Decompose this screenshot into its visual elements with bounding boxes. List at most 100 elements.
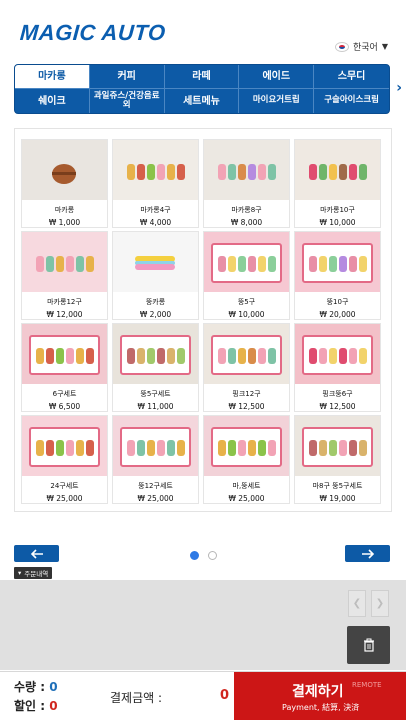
product-name: 뚱12구세트 <box>138 482 173 490</box>
product-image <box>113 324 198 384</box>
product-card[interactable]: 마카롱8구 ₩ 8,000 <box>203 139 290 228</box>
tab-set-menu[interactable]: 세트메뉴 <box>165 89 240 113</box>
product-card[interactable]: 뚱12구세트 ₩ 25,000 <box>112 415 199 504</box>
product-card[interactable]: 뚱카롱 ₩ 2,000 <box>112 231 199 320</box>
product-card[interactable]: 뚱5구세트 ₩ 11,000 <box>112 323 199 412</box>
product-grid: 마카롱 ₩ 1,000 마카롱4구 ₩ 4,000 마카롱8구 ₩ 8,000 마카롱10구… <box>21 139 381 504</box>
pay-sub-label: Payment, 結算, 決済 <box>282 703 360 712</box>
product-price: ₩ 12,500 <box>319 402 356 411</box>
product-card[interactable]: 뚱5구 ₩ 10,000 <box>203 231 290 320</box>
product-name: 마,뚱세트 <box>232 482 261 490</box>
cart-prev-button[interactable]: ❮ <box>348 590 366 617</box>
discount-value: 0 <box>49 699 58 713</box>
amount-value: 0 <box>220 688 230 703</box>
caret-down-icon: ▾ <box>18 569 22 577</box>
product-name: 뚱10구 <box>326 298 349 306</box>
product-name: 마카롱4구 <box>140 206 171 214</box>
page-dot-1[interactable] <box>190 551 199 560</box>
product-image <box>295 140 380 200</box>
language-selector[interactable]: 한국어 ▼ <box>335 40 388 53</box>
product-image <box>295 232 380 292</box>
language-label: 한국어 <box>353 43 378 53</box>
product-card[interactable]: 24구세트 ₩ 25,000 <box>21 415 108 504</box>
quantity-summary: 수량 : 0 <box>14 678 58 695</box>
product-panel: 마카롱 ₩ 1,000 마카롱4구 ₩ 4,000 마카롱8구 ₩ 8,000 마카롱10구… <box>14 128 392 512</box>
chevron-down-icon: ▼ <box>381 42 388 51</box>
tab-my-yogurt[interactable]: 마이요거트립 <box>239 89 315 113</box>
pay-button[interactable]: 결제하기 REMOTE Payment, 結算, 決済 <box>234 672 406 720</box>
tab-dippin-ice-cream[interactable]: 구슬아이스크림 <box>314 89 389 113</box>
product-image <box>204 416 289 476</box>
tab-juice[interactable]: 과일쥬스/건강음료 외 <box>90 89 165 113</box>
product-card[interactable]: 6구세트 ₩ 6,500 <box>21 323 108 412</box>
arrow-right-icon <box>361 548 374 559</box>
order-history-button[interactable]: ▾ 주문내역 <box>14 567 53 579</box>
product-card[interactable]: 뚱10구 ₩ 20,000 <box>294 231 381 320</box>
next-page-button[interactable] <box>345 545 390 562</box>
page-dot-2[interactable] <box>208 551 217 560</box>
app-logo: MAGIC AUTO <box>19 20 167 45</box>
product-image <box>113 140 198 200</box>
quantity-value: 0 <box>49 680 58 694</box>
product-name: 뚱5구 <box>237 298 256 306</box>
product-card[interactable]: 마,뚱세트 ₩ 25,000 <box>203 415 290 504</box>
product-card[interactable]: 마8구 뚱5구세트 ₩ 19,000 <box>294 415 381 504</box>
product-card[interactable]: 핑크뚱6구 ₩ 12,500 <box>294 323 381 412</box>
product-name: 뚱5구세트 <box>140 390 171 398</box>
product-image <box>204 140 289 200</box>
product-image <box>113 416 198 476</box>
product-price: ₩ 4,000 <box>139 218 172 227</box>
pay-label: 결제하기 <box>292 684 344 700</box>
product-image <box>204 324 289 384</box>
product-card[interactable]: 마카롱 ₩ 1,000 <box>21 139 108 228</box>
tab-ade[interactable]: 에이드 <box>239 65 315 89</box>
product-price: ₩ 25,000 <box>137 494 174 503</box>
product-card[interactable]: 마카롱12구 ₩ 12,000 <box>21 231 108 320</box>
clear-cart-button[interactable] <box>347 626 390 664</box>
product-image <box>22 324 107 384</box>
product-name: 뚱카롱 <box>145 298 166 306</box>
quantity-label: 수량 : <box>14 680 46 694</box>
order-history-label: 주문내역 <box>24 570 49 578</box>
product-name: 24구세트 <box>50 482 79 490</box>
cart-next-button[interactable]: ❯ <box>371 590 389 617</box>
product-price: ₩ 1,000 <box>48 218 81 227</box>
category-tabs: 마카롱 커피 라떼 에이드 스무디 쉐이크 과일쥬스/건강음료 외 세트메뉴 마… <box>14 64 390 114</box>
product-card[interactable]: 핑크12구 ₩ 12,500 <box>203 323 290 412</box>
product-name: 마8구 뚱5구세트 <box>312 482 363 490</box>
tab-smoothie[interactable]: 스무디 <box>314 65 389 89</box>
product-price: ₩ 20,000 <box>319 310 356 319</box>
discount-label: 할인 : <box>14 699 46 713</box>
product-card[interactable]: 마카롱10구 ₩ 10,000 <box>294 139 381 228</box>
product-price: ₩ 19,000 <box>319 494 356 503</box>
discount-summary: 할인 : 0 <box>14 697 58 714</box>
product-card[interactable]: 마카롱4구 ₩ 4,000 <box>112 139 199 228</box>
product-price: ₩ 11,000 <box>137 402 174 411</box>
tab-macaron[interactable]: 마카롱 <box>15 65 90 89</box>
product-image <box>295 416 380 476</box>
korea-flag-icon <box>335 41 349 52</box>
product-price: ₩ 12,500 <box>228 402 265 411</box>
product-name: 마카롱8구 <box>231 206 262 214</box>
tab-coffee[interactable]: 커피 <box>89 65 165 89</box>
prev-page-button[interactable] <box>14 545 59 562</box>
product-name: 마카롱 <box>54 206 75 214</box>
product-image <box>204 232 289 292</box>
product-price: ₩ 6,500 <box>48 402 81 411</box>
product-name: 마카롱12구 <box>47 298 82 306</box>
product-price: ₩ 2,000 <box>139 310 172 319</box>
trash-icon <box>363 638 374 652</box>
product-price: ₩ 10,000 <box>228 310 265 319</box>
product-name: 핑크뚱6구 <box>322 390 353 398</box>
tab-latte[interactable]: 라떼 <box>164 65 240 89</box>
amount-label: 결제금액 : <box>110 691 163 705</box>
product-image <box>22 416 107 476</box>
cart-area <box>0 580 406 670</box>
product-name: 핑크12구 <box>232 390 261 398</box>
product-price: ₩ 12,000 <box>46 310 83 319</box>
product-image <box>295 324 380 384</box>
product-name: 마카롱10구 <box>320 206 355 214</box>
tabs-next-arrow-icon[interactable]: › <box>396 80 402 96</box>
checkout-bar: 수량 : 0 할인 : 0 결제금액 : 0 결제하기 REMOTE Payme… <box>0 671 406 720</box>
tab-shake[interactable]: 쉐이크 <box>15 89 90 113</box>
